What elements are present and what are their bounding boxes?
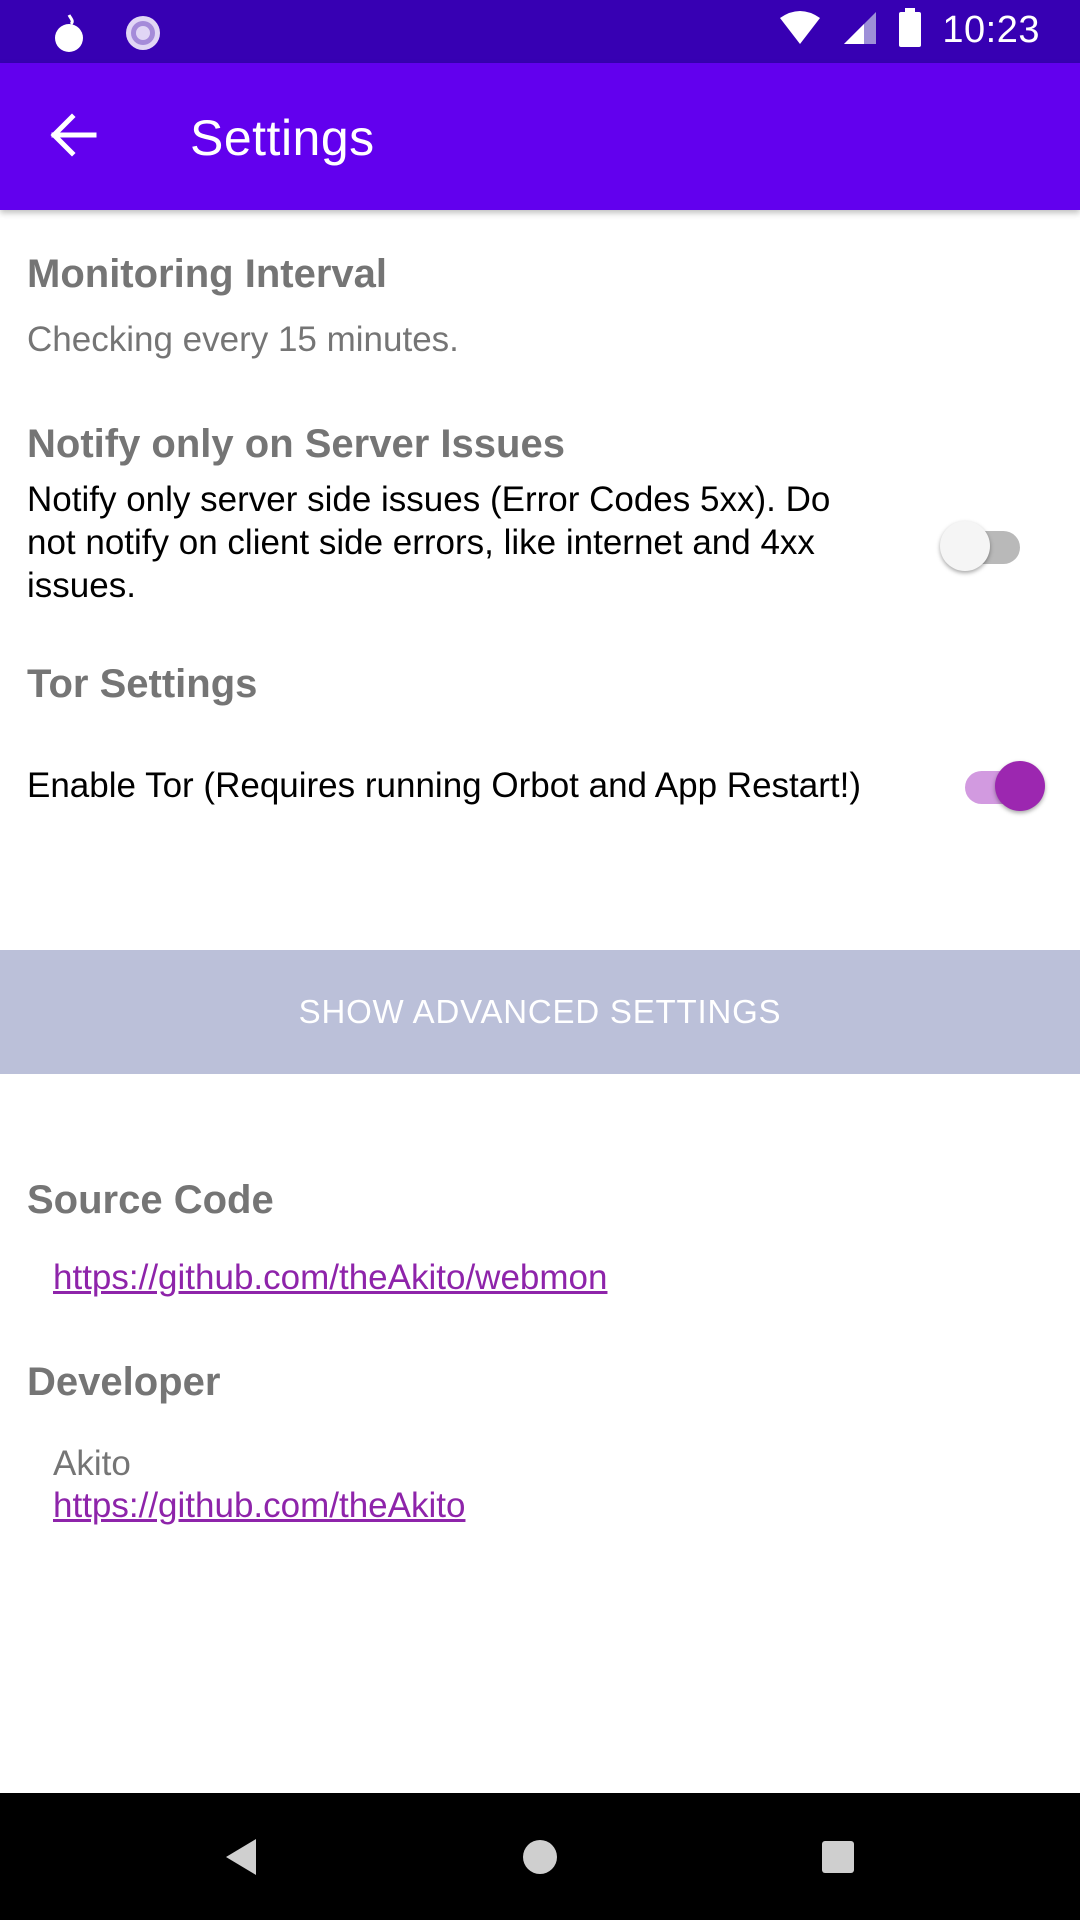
square-recents-icon	[821, 1840, 855, 1879]
status-right-icons: 10:23	[778, 8, 1040, 53]
notify-server-issues-switch[interactable]	[940, 513, 1030, 573]
status-bar: 10:23	[0, 0, 1080, 63]
nav-home-button[interactable]	[510, 1829, 570, 1889]
enable-tor-preference[interactable]: Enable Tor (Requires running Orbot and A…	[0, 730, 1080, 840]
monitoring-interval-summary: Checking every 15 minutes.	[27, 320, 459, 359]
app-bar: Settings	[0, 63, 1080, 210]
notify-server-issues-line-1: Notify only server side issues (Error Co…	[27, 480, 831, 519]
enable-tor-label: Enable Tor (Requires running Orbot and A…	[27, 766, 861, 805]
monitoring-interval-preference[interactable]: Monitoring Interval Checking every 15 mi…	[0, 230, 1080, 360]
wifi-icon	[778, 10, 822, 51]
switch-thumb	[940, 521, 990, 571]
triangle-back-icon	[224, 1837, 260, 1882]
cell-signal-icon	[842, 10, 878, 51]
orbot-icon	[124, 14, 162, 57]
tor-settings-title: Tor Settings	[27, 662, 258, 706]
circle-home-icon	[522, 1839, 558, 1880]
monitoring-interval-title: Monitoring Interval	[27, 252, 387, 296]
status-time: 10:23	[942, 9, 1040, 51]
source-code-link[interactable]: https://github.com/theAkito/webmon	[53, 1258, 607, 1298]
developer-link[interactable]: https://github.com/theAkito	[53, 1486, 465, 1526]
source-code-title: Source Code	[27, 1178, 274, 1222]
nav-recents-button[interactable]	[808, 1829, 868, 1889]
developer-name: Akito	[53, 1444, 131, 1483]
switch-thumb	[995, 761, 1045, 811]
status-left-icons	[52, 13, 162, 58]
enable-tor-switch[interactable]	[955, 753, 1045, 813]
tor-onion-icon	[52, 13, 86, 58]
page-title: Settings	[190, 110, 375, 166]
battery-icon	[898, 8, 922, 53]
arrow-back-icon	[50, 112, 98, 162]
notify-server-issues-line-3: issues.	[27, 566, 136, 605]
back-button[interactable]	[32, 103, 116, 171]
notify-server-issues-line-2: not notify on client side errors, like i…	[27, 523, 815, 562]
developer-title: Developer	[27, 1360, 221, 1404]
system-navigation-bar	[0, 1793, 1080, 1920]
nav-back-button[interactable]	[212, 1829, 272, 1889]
notify-server-issues-title: Notify only on Server Issues	[27, 422, 565, 466]
show-advanced-settings-button[interactable]: SHOW ADVANCED SETTINGS	[0, 950, 1080, 1074]
notify-server-issues-preference[interactable]: Notify only on Server Issues Notify only…	[0, 400, 1080, 610]
